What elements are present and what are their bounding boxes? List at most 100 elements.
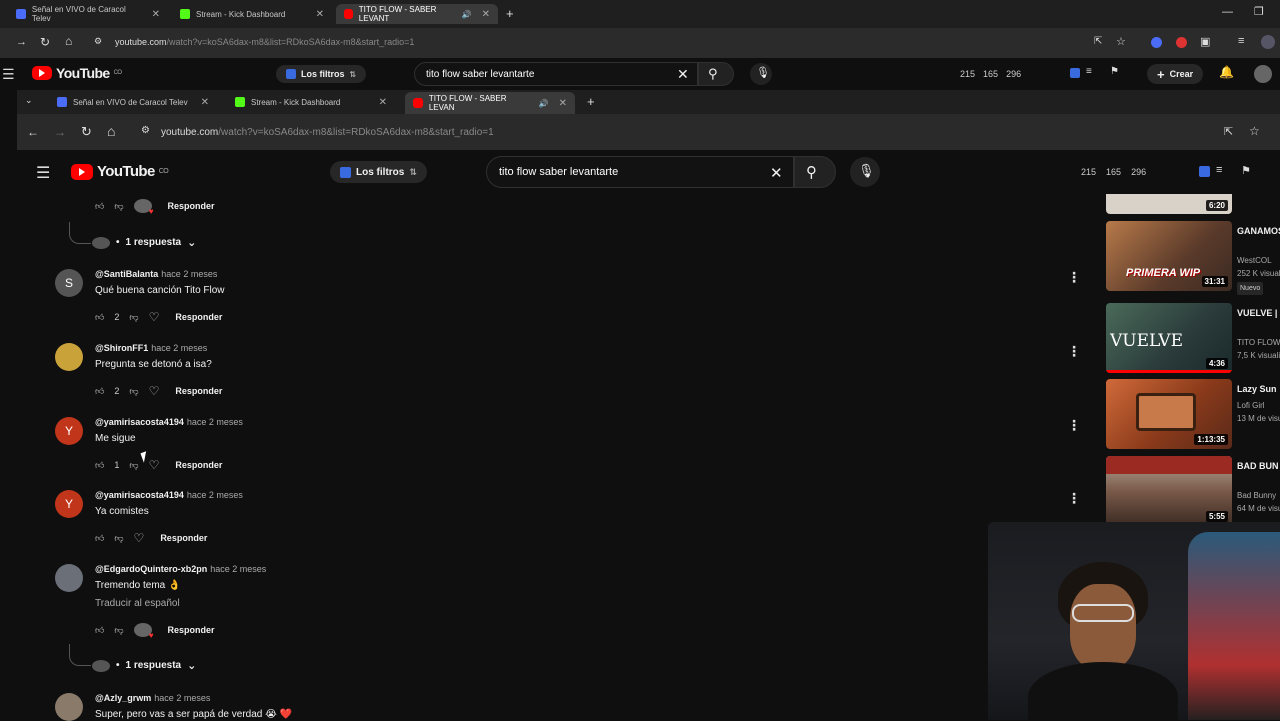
dislike-icon[interactable]: 👎︎ <box>114 625 123 636</box>
clear-search-icon[interactable]: ✕ <box>770 164 783 182</box>
reply-button[interactable]: Responder <box>175 460 222 470</box>
youtube-logo[interactable]: YouTube CO <box>71 163 169 180</box>
video-title[interactable]: GANAMOS DUTY: W <box>1237 225 1280 237</box>
recommended-video[interactable]: 5:55 BAD BUN TELEFON Bad Bunny 64 M de v… <box>1106 456 1280 526</box>
heart-outline-icon[interactable]: ♡ <box>149 458 160 472</box>
reply-button[interactable]: Responder <box>160 533 207 543</box>
new-tab-icon[interactable]: + <box>587 94 595 109</box>
reply-button[interactable]: Responder <box>168 201 215 211</box>
minimize-icon[interactable]: — <box>1222 6 1233 18</box>
outer-search-box[interactable]: tito flow saber levantarte ✕ <box>414 62 698 86</box>
show-replies-button[interactable]: • 1 respuesta ⌄ <box>92 236 196 249</box>
create-button[interactable]: + Crear <box>1147 64 1204 84</box>
forward-icon[interactable]: → <box>54 125 66 139</box>
pin-icon[interactable]: ⚑ <box>1241 164 1251 177</box>
video-thumbnail[interactable]: 5:55 <box>1106 456 1232 526</box>
dislike-icon[interactable]: 👎︎ <box>114 201 123 212</box>
like-icon[interactable]: 👍︎ <box>95 533 104 544</box>
home-icon[interactable]: ⌂ <box>107 123 115 139</box>
filters-button[interactable]: Los filtros ⇅ <box>276 65 367 83</box>
avatar[interactable] <box>55 343 83 371</box>
site-info-icon[interactable]: ⚙ <box>94 36 102 47</box>
more-options-icon[interactable]: ⋮ <box>1067 269 1081 286</box>
reload-icon[interactable]: ↻ <box>40 35 50 49</box>
inner-search-input[interactable]: tito flow saber levantarte <box>499 166 618 178</box>
site-info-icon[interactable]: ⚙ <box>141 125 150 136</box>
like-icon[interactable]: 👍︎ <box>95 312 104 323</box>
speaker-icon[interactable]: 🔊 <box>462 10 472 19</box>
back-icon[interactable]: ← <box>27 125 39 139</box>
more-options-icon[interactable]: ⋮ <box>1067 490 1081 507</box>
menu-icon[interactable]: ☰ <box>36 163 50 183</box>
avatar[interactable] <box>55 564 83 592</box>
comment-author[interactable]: @yamirisacosta4194 hace 2 meses <box>95 417 243 427</box>
comment-author[interactable]: @Azly_grwm hace 2 meses <box>95 693 210 703</box>
recommended-video[interactable]: VUELVE 4:36 VUELVE | Lozano | TITO FLOW … <box>1106 303 1280 373</box>
comment-author[interactable]: @ShironFF1 hace 2 meses <box>95 343 207 353</box>
extensions-puzzle-icon[interactable]: ▣ <box>1200 35 1210 48</box>
playlist-icon[interactable]: ≡ <box>1238 35 1244 47</box>
dislike-icon[interactable]: 👎︎ <box>129 386 138 397</box>
channel-name[interactable]: WestCOL <box>1237 255 1280 266</box>
outer-search-input[interactable]: tito flow saber levantarte <box>426 69 534 80</box>
outer-tab-kick[interactable]: Stream - Kick Dashboard ✕ <box>172 4 332 24</box>
like-icon[interactable]: 👍︎ <box>95 625 104 636</box>
comment-author[interactable]: @yamirisacosta4194 hace 2 meses <box>95 490 243 500</box>
queue-icon[interactable]: ≡ <box>1216 164 1222 176</box>
pin-icon[interactable]: ⚑ <box>1110 66 1119 77</box>
close-icon[interactable]: ✕ <box>379 97 387 108</box>
recommended-video[interactable]: 6:20 <box>1106 194 1280 214</box>
heart-outline-icon[interactable]: ♡ <box>149 384 160 398</box>
reply-button[interactable]: Responder <box>175 386 222 396</box>
outer-tab-caracol[interactable]: Señal en VIVO de Caracol Telev ✕ <box>8 4 168 24</box>
reply-button[interactable]: Responder <box>168 625 215 635</box>
home-icon[interactable]: ⌂ <box>65 34 72 48</box>
new-tab-icon[interactable]: + <box>506 6 514 21</box>
channel-name[interactable]: Lofi Girl <box>1237 400 1280 411</box>
heart-outline-icon[interactable]: ♡ <box>134 531 145 545</box>
close-icon[interactable]: ✕ <box>482 9 490 20</box>
bookmark-star-icon[interactable]: ☆ <box>1116 35 1126 48</box>
bookmark-star-icon[interactable]: ☆ <box>1249 124 1260 138</box>
avatar[interactable]: Y <box>55 490 83 518</box>
inner-search-button[interactable]: ⚲ <box>794 156 836 188</box>
forward-icon[interactable]: → <box>16 36 27 48</box>
outer-tab-youtube[interactable]: TITO FLOW - SABER LEVANT 🔊 ✕ <box>336 4 498 24</box>
comment-author[interactable]: @SantiBalanta hace 2 meses <box>95 269 217 279</box>
inner-tab-caracol[interactable]: Señal en VIVO de Caracol Telev ✕ <box>49 92 217 112</box>
outer-url-text[interactable]: youtube.com/watch?v=koSA6dax-m8&list=RDk… <box>115 37 414 47</box>
more-options-icon[interactable]: ⋮ <box>1067 417 1081 434</box>
extension-icon[interactable] <box>1070 68 1080 78</box>
clear-search-icon[interactable]: ✕ <box>677 66 689 83</box>
voice-search-button[interactable]: 🎙 <box>850 157 880 187</box>
channel-name[interactable]: TITO FLOW <box>1237 337 1280 348</box>
recommended-video[interactable]: PRIMERA WIP 31:31 GANAMOS DUTY: W WestCO… <box>1106 221 1280 295</box>
recommended-video[interactable]: 1:13:35 Lazy Sun Lofi Girl 13 M de visua… <box>1106 379 1280 449</box>
comment-author[interactable]: @EdgardoQuintero-xb2pn hace 2 meses <box>95 564 266 574</box>
video-title[interactable]: BAD BUN TELEFON <box>1237 460 1280 472</box>
restore-icon[interactable]: ❐ <box>1254 5 1264 18</box>
extension-icon[interactable] <box>1176 37 1187 48</box>
video-thumbnail[interactable]: 6:20 <box>1106 194 1232 214</box>
tab-search-chevron-icon[interactable]: ⌄ <box>25 95 33 106</box>
inner-url-text[interactable]: youtube.com/watch?v=koSA6dax-m8&list=RDk… <box>161 127 494 138</box>
voice-search-button[interactable]: 🎙 <box>750 63 772 85</box>
inner-search-box[interactable]: tito flow saber levantarte ✕ <box>486 156 794 188</box>
queue-icon[interactable]: ≡ <box>1086 66 1092 77</box>
outer-search-button[interactable]: ⚲ <box>698 62 734 86</box>
like-icon[interactable]: 👍︎ <box>95 460 104 471</box>
cast-icon[interactable]: ⇱ <box>1094 36 1102 47</box>
extension-icon[interactable] <box>1151 37 1162 48</box>
speaker-icon[interactable]: 🔊 <box>539 99 549 108</box>
avatar[interactable]: S <box>55 269 83 297</box>
close-icon[interactable]: ✕ <box>152 9 160 20</box>
youtube-logo[interactable]: YouTube CO <box>32 65 122 81</box>
account-avatar[interactable] <box>1254 65 1272 83</box>
like-icon[interactable]: 👍︎ <box>95 386 104 397</box>
menu-icon[interactable]: ☰ <box>2 66 15 83</box>
reply-button[interactable]: Responder <box>175 312 222 322</box>
inner-tab-kick[interactable]: Stream - Kick Dashboard ✕ <box>227 92 395 112</box>
dislike-icon[interactable]: 👎︎ <box>129 312 138 323</box>
dislike-icon[interactable]: 👎︎ <box>114 533 123 544</box>
avatar[interactable]: Y <box>55 417 83 445</box>
